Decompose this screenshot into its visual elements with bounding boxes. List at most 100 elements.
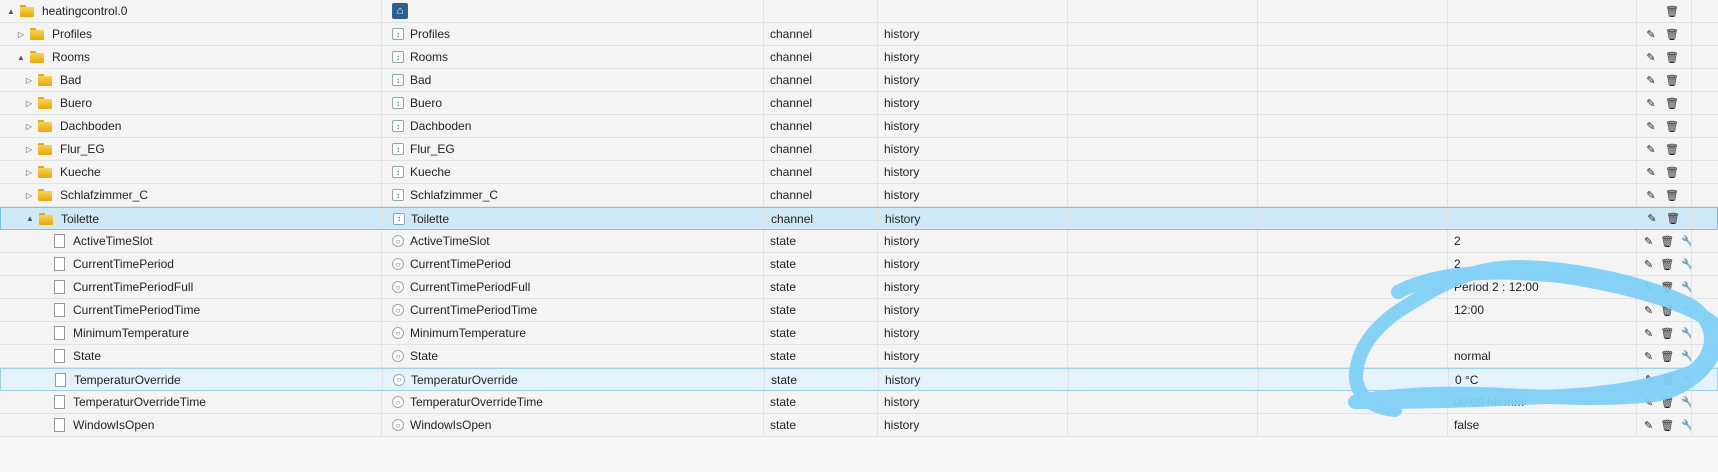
value-cell[interactable] <box>1448 115 1637 137</box>
expand-toggle[interactable]: ▷ <box>22 122 36 131</box>
edit-icon[interactable]: ✎ <box>1644 419 1653 432</box>
tree-row-state[interactable]: WindowIsOpen ○ WindowIsOpen state history fal… <box>0 414 1718 437</box>
tree-row-state[interactable]: State ○ State state history normal ✎ 🗑 🔧 <box>0 345 1718 368</box>
wrench-icon[interactable]: 🔧 <box>1681 235 1691 248</box>
tree-row-state[interactable]: CurrentTimePeriodFull ○ CurrentTimePeriodF… <box>0 276 1718 299</box>
wrench-icon[interactable]: 🔧 <box>1681 327 1691 340</box>
value-cell[interactable] <box>1448 92 1637 114</box>
edit-icon[interactable]: ✎ <box>1644 327 1653 340</box>
edit-icon[interactable]: ✎ <box>1644 166 1658 179</box>
delete-icon[interactable]: 🗑 <box>1665 97 1679 110</box>
value-cell[interactable] <box>1449 208 1638 229</box>
tree-row-channel[interactable]: ▷ Flur_EG ↕ Flur_EG channel history ✎ 🗑 <box>0 138 1718 161</box>
wrench-icon[interactable]: 🔧 <box>1681 419 1691 432</box>
edit-icon[interactable]: ✎ <box>1644 281 1653 294</box>
row-type-label: channel <box>770 73 813 87</box>
value-cell[interactable]: 00:00 hh:mm <box>1448 391 1637 413</box>
tree-row-state[interactable]: CurrentTimePeriod ○ CurrentTimePeriod state… <box>0 253 1718 276</box>
tree-row-channel[interactable]: ▷ Dachboden ↕ Dachboden channel history ✎ 🗑 <box>0 115 1718 138</box>
tree-row-root[interactable]: ▲ heatingcontrol.0 ⌂ 🗑 <box>0 0 1718 23</box>
expand-toggle[interactable]: ▷ <box>22 145 36 154</box>
collapse-toggle[interactable]: ▲ <box>23 214 37 223</box>
row-role-label: history <box>884 257 920 271</box>
delete-icon[interactable]: 🗑 <box>1665 74 1679 87</box>
delete-icon[interactable]: 🗑 <box>1665 120 1679 133</box>
collapse-toggle[interactable]: ▲ <box>4 7 18 16</box>
expand-toggle[interactable]: ▷ <box>22 76 36 85</box>
tree-row-channel[interactable]: ▷ Profiles ↕ Profiles channel history ✎ 🗑 <box>0 23 1718 46</box>
expand-toggle[interactable]: ▷ <box>14 30 28 39</box>
edit-icon[interactable]: ✎ <box>1645 212 1659 225</box>
edit-icon[interactable]: ✎ <box>1644 97 1658 110</box>
value-cell[interactable] <box>1448 46 1637 68</box>
wrench-icon[interactable]: 🔧 <box>1681 258 1691 271</box>
edit-icon[interactable]: ✎ <box>1644 258 1653 271</box>
delete-icon[interactable]: 🗑 <box>1660 327 1674 340</box>
tree-row-state[interactable]: ActiveTimeSlot ○ ActiveTimeSlot state histor… <box>0 230 1718 253</box>
tree-row-channel[interactable]: ▷ Buero ↕ Buero channel history ✎ 🗑 <box>0 92 1718 115</box>
edit-icon[interactable]: ✎ <box>1645 373 1654 386</box>
row-name-label: Rooms <box>410 50 449 64</box>
tree-row-channel[interactable]: ▷ Schlafzimmer_C ↕ Schlafzimmer_C channel his… <box>0 184 1718 207</box>
collapse-toggle[interactable]: ▲ <box>14 53 28 62</box>
value-cell[interactable] <box>1448 138 1637 160</box>
wrench-icon[interactable]: 🔧 <box>1681 304 1691 317</box>
delete-icon[interactable]: 🗑 <box>1660 281 1674 294</box>
delete-icon[interactable]: 🗑 <box>1660 235 1674 248</box>
value-cell[interactable]: 12:00 <box>1448 299 1637 321</box>
value-cell[interactable] <box>1448 184 1637 206</box>
value-cell[interactable]: 2 <box>1448 253 1637 275</box>
tree-row-state[interactable]: CurrentTimePeriodTime ○ CurrentTimePeriodT… <box>0 299 1718 322</box>
role-cell: history <box>878 322 1068 344</box>
delete-icon[interactable]: 🗑 <box>1660 350 1674 363</box>
state-file-icon <box>54 234 65 248</box>
expand-toggle[interactable]: ▷ <box>22 191 36 200</box>
tree-row-state[interactable]: TemperaturOverrideTime ○ TemperaturOverrid… <box>0 391 1718 414</box>
delete-icon[interactable]: 🗑 <box>1665 166 1679 179</box>
edit-icon[interactable]: ✎ <box>1644 350 1653 363</box>
value-cell[interactable] <box>1448 69 1637 91</box>
delete-icon[interactable]: 🗑 <box>1665 189 1679 202</box>
edit-icon[interactable]: ✎ <box>1644 51 1658 64</box>
wrench-icon[interactable]: 🔧 <box>1681 396 1691 409</box>
edit-icon[interactable]: ✎ <box>1644 304 1653 317</box>
value-cell[interactable]: Period 2 : 12:00 <box>1448 276 1637 298</box>
edit-icon[interactable]: ✎ <box>1644 120 1658 133</box>
delete-icon[interactable]: 🗑 <box>1660 304 1674 317</box>
wrench-icon[interactable]: 🔧 <box>1681 281 1691 294</box>
edit-icon[interactable]: ✎ <box>1644 189 1658 202</box>
tree-row-state[interactable]: TemperaturOverride ○ TemperaturOverride sta… <box>0 368 1718 391</box>
expand-toggle[interactable]: ▷ <box>22 99 36 108</box>
delete-icon[interactable]: 🗑 <box>1660 419 1674 432</box>
wrench-icon[interactable]: 🔧 <box>1681 350 1691 363</box>
edit-icon[interactable]: ✎ <box>1644 143 1658 156</box>
delete-icon[interactable]: 🗑 <box>1665 51 1679 64</box>
delete-icon[interactable]: 🗑 <box>1660 396 1674 409</box>
delete-icon[interactable]: 🗑 <box>1666 212 1680 225</box>
tree-row-channel[interactable]: ▲ Toilette ↕ Toilette channel history ✎ 🗑 <box>0 207 1718 230</box>
delete-icon[interactable]: 🗑 <box>1665 143 1679 156</box>
edit-icon[interactable]: ✎ <box>1644 28 1658 41</box>
value-cell[interactable] <box>1448 161 1637 183</box>
edit-icon[interactable]: ✎ <box>1644 396 1653 409</box>
tree-row-channel[interactable]: ▷ Kueche ↕ Kueche channel history ✎ 🗑 <box>0 161 1718 184</box>
delete-icon[interactable]: 🗑 <box>1665 5 1679 18</box>
value-cell[interactable] <box>1448 322 1637 344</box>
tree-row-channel[interactable]: ▷ Bad ↕ Bad channel history ✎ 🗑 <box>0 69 1718 92</box>
tree-row-state[interactable]: MinimumTemperature ○ MinimumTemperature sta… <box>0 322 1718 345</box>
value-cell[interactable]: 0 °C <box>1449 369 1638 390</box>
delete-icon[interactable]: 🗑 <box>1665 28 1679 41</box>
value-cell[interactable] <box>1448 23 1637 45</box>
delete-icon[interactable]: 🗑 <box>1660 258 1674 271</box>
value-cell[interactable]: 2 <box>1448 230 1637 252</box>
tree-row-channel[interactable]: ▲ Rooms ↕ Rooms channel history ✎ 🗑 <box>0 46 1718 69</box>
edit-icon[interactable]: ✎ <box>1644 235 1653 248</box>
value-cell[interactable]: normal <box>1448 345 1637 367</box>
edit-icon[interactable]: ✎ <box>1644 74 1658 87</box>
row-type-label: channel <box>770 119 813 133</box>
expand-toggle[interactable]: ▷ <box>22 168 36 177</box>
wrench-icon[interactable]: 🔧 <box>1682 373 1692 386</box>
value-cell[interactable]: false <box>1448 414 1637 436</box>
action-buttons: ✎ 🗑 🔧 <box>1637 253 1692 275</box>
delete-icon[interactable]: 🗑 <box>1661 373 1675 386</box>
